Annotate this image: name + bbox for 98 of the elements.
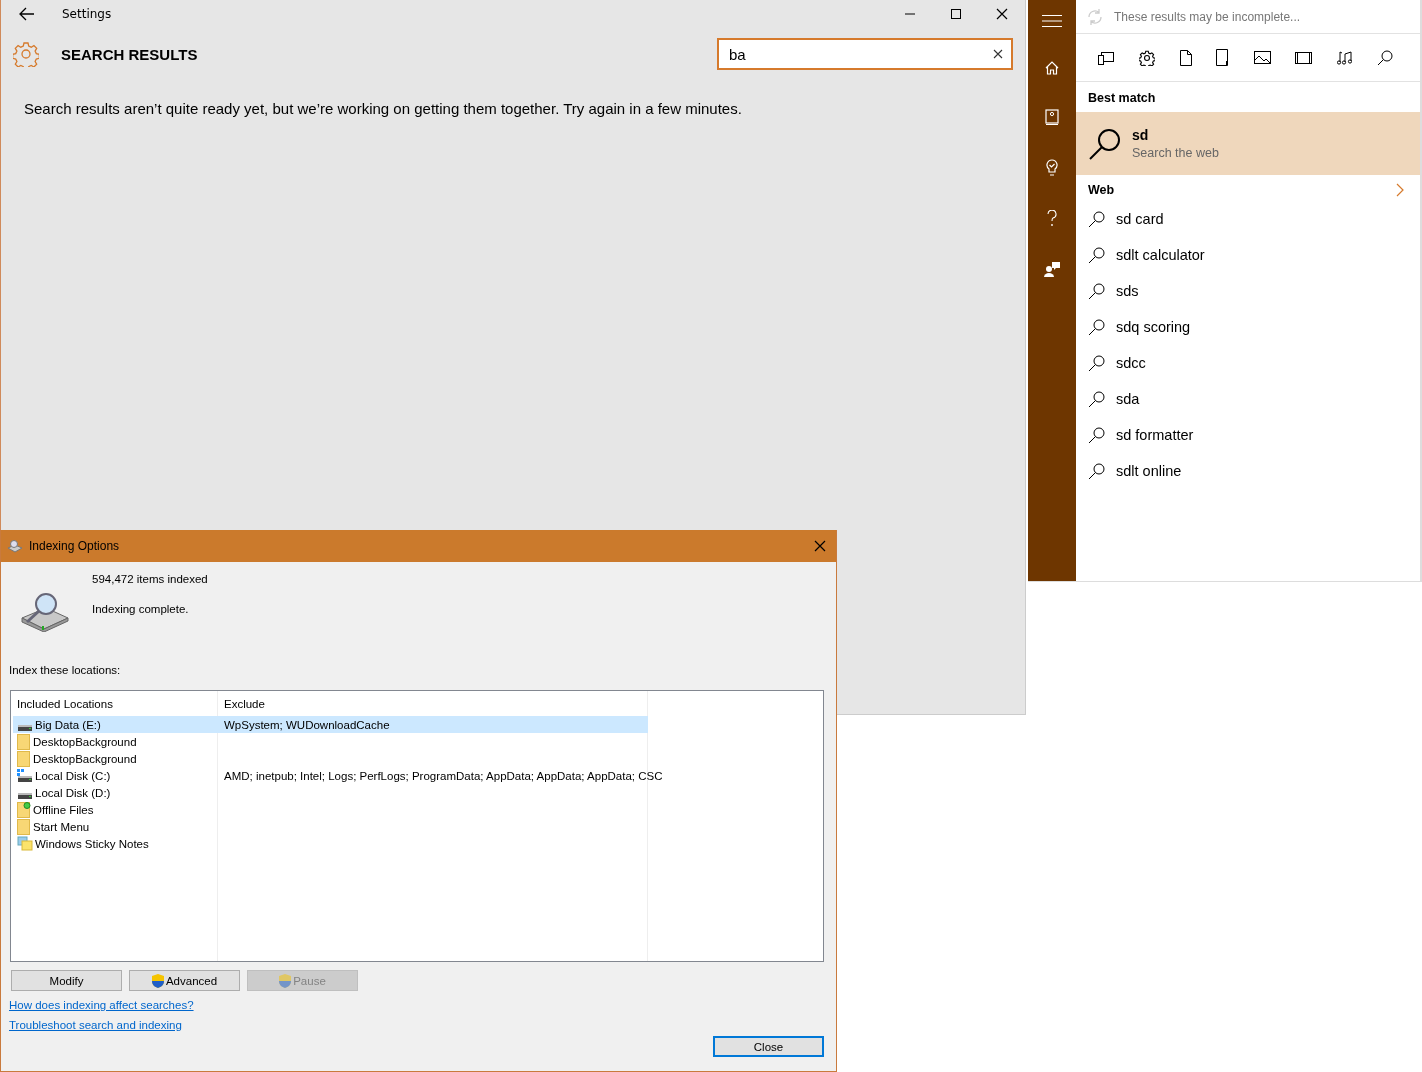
suggestion-text: sdlt online bbox=[1116, 463, 1182, 479]
status-message: Search results aren’t quite ready yet, but we’re working on getting them together. Try again in a few minutes. bbox=[24, 100, 743, 117]
suggestion-item[interactable]: sds bbox=[1076, 273, 1420, 309]
location-row[interactable]: Local Disk (C:) bbox=[13, 767, 218, 784]
location-row[interactable]: Local Disk (D:) bbox=[13, 784, 218, 801]
suggestion-item[interactable]: sdcc bbox=[1076, 345, 1420, 381]
folder-icon bbox=[17, 818, 31, 835]
search-filter-icon[interactable] bbox=[1376, 49, 1393, 66]
location-row[interactable]: DesktopBackground bbox=[13, 733, 218, 750]
exclude-text: WpSystem; WUDownloadCache bbox=[224, 718, 390, 731]
search-icon bbox=[1088, 426, 1105, 444]
search-field[interactable]: ba bbox=[717, 38, 1013, 70]
image-filter-icon[interactable] bbox=[1253, 51, 1271, 64]
status-text: These results may be incomplete... bbox=[1114, 9, 1301, 24]
search-icon bbox=[1088, 126, 1122, 161]
indexing-icon bbox=[7, 539, 23, 553]
suggestion-item[interactable]: sd card bbox=[1076, 201, 1420, 237]
location-name: DesktopBackground bbox=[33, 752, 137, 765]
drive-icon bbox=[18, 792, 32, 799]
folder-filter-icon[interactable] bbox=[1216, 49, 1230, 66]
location-name: Local Disk (C:) bbox=[35, 769, 111, 782]
location-row[interactable]: Offline Files bbox=[13, 801, 218, 818]
shield-icon bbox=[279, 973, 292, 988]
dialog-title: Indexing Options bbox=[29, 539, 120, 553]
locations-label: Index these locations: bbox=[9, 664, 122, 676]
search-icon bbox=[1088, 354, 1105, 372]
location-name: Windows Sticky Notes bbox=[35, 837, 149, 850]
home-icon[interactable] bbox=[1045, 61, 1059, 75]
result-subtitle: Search the web bbox=[1132, 146, 1219, 160]
notebook-icon[interactable] bbox=[1045, 109, 1059, 125]
gear-icon bbox=[13, 41, 39, 67]
feedback-icon[interactable] bbox=[1044, 261, 1060, 277]
close-icon[interactable] bbox=[996, 8, 1008, 20]
search-icon bbox=[1088, 462, 1105, 480]
location-row[interactable]: Start Menu bbox=[13, 818, 218, 835]
search-icon bbox=[1088, 390, 1105, 408]
apps-filter-icon[interactable] bbox=[1098, 50, 1115, 65]
dialog-button[interactable]: Modify bbox=[11, 970, 122, 991]
close-button[interactable]: Close bbox=[713, 1036, 824, 1057]
suggestion-text: sdlt calculator bbox=[1116, 247, 1205, 263]
drive-icon bbox=[18, 724, 32, 731]
best-match-item[interactable]: sd Search the web bbox=[1076, 112, 1420, 175]
indexing-status: Indexing complete. bbox=[92, 603, 190, 615]
suggestion-text: sdcc bbox=[1116, 355, 1146, 371]
suggestion-item[interactable]: sdq scoring bbox=[1076, 309, 1420, 345]
location-name: Offline Files bbox=[33, 803, 94, 816]
folder-icon bbox=[17, 733, 31, 750]
exclude-text: AMD; inetpub; Intel; Logs; PerfLogs; ProgramData; AppData; AppData; AppData; CSC bbox=[224, 769, 663, 782]
menu-icon[interactable] bbox=[1042, 15, 1062, 27]
suggestion-text: sdq scoring bbox=[1116, 319, 1191, 335]
suggestion-item[interactable]: sdlt calculator bbox=[1076, 237, 1420, 273]
suggestion-item[interactable]: sd formatter bbox=[1076, 417, 1420, 453]
drive-magnifier-icon bbox=[20, 590, 70, 632]
suggestion-text: sd card bbox=[1116, 211, 1164, 227]
shield-icon bbox=[151, 973, 164, 988]
column-header[interactable]: Exclude bbox=[218, 697, 648, 710]
page-heading: SEARCH RESULTS bbox=[61, 45, 198, 63]
search-icon bbox=[1088, 210, 1105, 228]
refresh-icon bbox=[1086, 7, 1104, 26]
location-name: DesktopBackground bbox=[33, 735, 137, 748]
section-heading: Best match bbox=[1087, 90, 1157, 107]
suggestion-item[interactable]: sda bbox=[1076, 381, 1420, 417]
suggestion-text: sda bbox=[1116, 391, 1140, 407]
suggestion-text: sd formatter bbox=[1116, 427, 1194, 443]
help-link[interactable]: Troubleshoot search and indexing bbox=[9, 1019, 182, 1031]
location-row[interactable]: DesktopBackground bbox=[13, 750, 218, 767]
folder-icon bbox=[17, 750, 31, 767]
location-name: Local Disk (D:) bbox=[35, 786, 111, 799]
search-icon bbox=[1088, 282, 1105, 300]
location-name: Start Menu bbox=[33, 820, 90, 833]
drive-icon bbox=[17, 768, 33, 783]
suggestion-item[interactable]: sdlt online bbox=[1076, 453, 1420, 489]
chevron-right-icon[interactable] bbox=[1396, 183, 1404, 197]
search-icon bbox=[1088, 318, 1105, 336]
suggestion-text: sds bbox=[1116, 283, 1139, 299]
clear-icon[interactable] bbox=[993, 49, 1003, 59]
section-heading: Web bbox=[1088, 183, 1115, 197]
window-title: Settings bbox=[62, 7, 112, 21]
music-filter-icon[interactable] bbox=[1337, 50, 1353, 65]
help-link[interactable]: How does indexing affect searches? bbox=[9, 999, 194, 1011]
folder-icon bbox=[17, 801, 31, 818]
lightbulb-icon[interactable] bbox=[1046, 159, 1058, 176]
settings-filter-icon[interactable] bbox=[1138, 49, 1155, 66]
document-filter-icon[interactable] bbox=[1179, 49, 1192, 66]
location-name: Big Data (E:) bbox=[35, 718, 101, 731]
search-icon bbox=[1088, 246, 1105, 264]
sticky-notes-icon bbox=[17, 836, 33, 851]
close-icon[interactable] bbox=[814, 540, 826, 552]
result-title: sd bbox=[1132, 127, 1150, 143]
video-filter-icon[interactable] bbox=[1295, 51, 1313, 64]
items-count: 594,472 items indexed bbox=[92, 573, 208, 585]
back-arrow-icon[interactable] bbox=[19, 7, 35, 21]
location-row[interactable]: Big Data (E:) bbox=[13, 716, 218, 733]
maximize-icon[interactable] bbox=[950, 8, 962, 20]
help-icon[interactable] bbox=[1047, 210, 1057, 227]
dialog-button[interactable]: Advanced bbox=[129, 970, 240, 991]
column-header[interactable]: Included Locations bbox=[11, 697, 218, 710]
location-row[interactable]: Windows Sticky Notes bbox=[13, 835, 218, 852]
